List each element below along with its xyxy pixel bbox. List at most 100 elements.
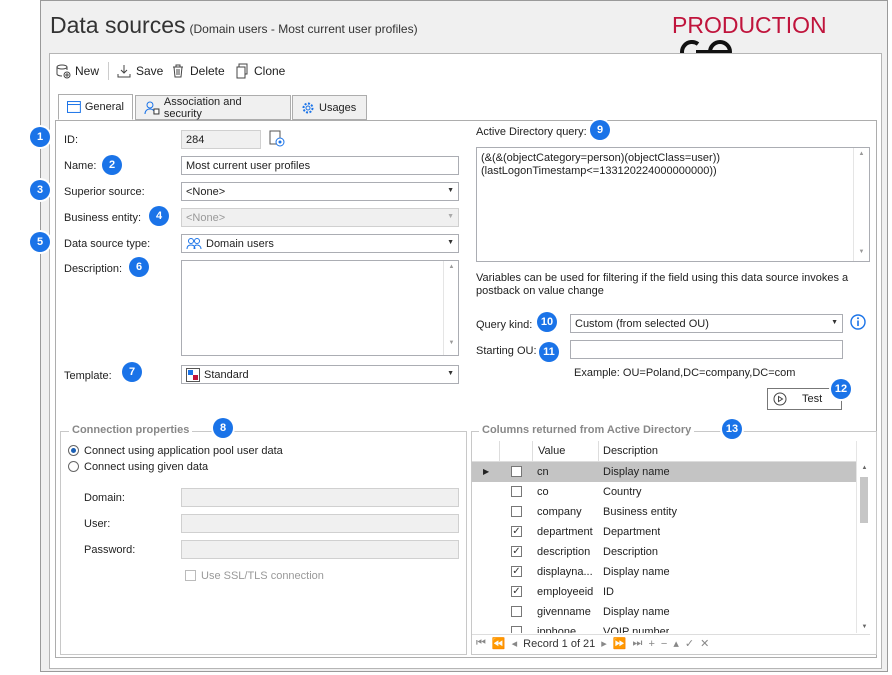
delete-label: Delete <box>190 64 225 78</box>
ssl-label: Use SSL/TLS connection <box>201 570 324 582</box>
table-row[interactable]: company Business entity <box>472 502 856 522</box>
copy-icon <box>236 63 248 79</box>
prev-record-icon[interactable]: ◂ <box>512 637 518 650</box>
radio-given-data[interactable] <box>68 461 79 472</box>
first-page-icon[interactable]: ⏮ <box>476 637 486 650</box>
row-checkbox[interactable] <box>511 486 522 497</box>
row-description: Display name <box>603 466 670 478</box>
radio-app-pool[interactable] <box>68 445 79 456</box>
gear-icon <box>302 102 314 113</box>
business-entity-label: Business entity: <box>64 212 142 224</box>
starting-ou-field[interactable] <box>570 340 843 359</box>
save-label: Save <box>136 64 164 78</box>
description-label: Description: <box>64 263 123 275</box>
info-icon[interactable] <box>850 314 866 330</box>
domain-field <box>181 488 459 507</box>
row-checkbox[interactable] <box>511 466 522 477</box>
chevron-down-icon: ▼ <box>447 213 454 220</box>
callout-badge-2: 2 <box>102 155 122 175</box>
superior-source-value: <None> <box>186 185 226 198</box>
callout-badge-12: 12 <box>831 379 851 399</box>
toolbar-separator <box>108 62 109 80</box>
ssl-checkbox <box>185 570 196 581</box>
table-row[interactable]: ipphone VOIP number <box>472 622 856 633</box>
prev-page-fast-icon[interactable]: ⏪ <box>492 637 506 650</box>
callout-badge-8: 8 <box>213 418 233 438</box>
callout-badge-13: 13 <box>722 419 742 439</box>
columns-title: Columns returned from Active Directory <box>479 424 695 436</box>
save-icon <box>117 65 131 78</box>
query-kind-value: Custom (from selected OU) <box>575 317 709 330</box>
row-description: Country <box>603 486 642 498</box>
table-row[interactable]: ✓ displayna... Display name <box>472 562 856 582</box>
tab-general-label: General <box>84 101 124 113</box>
query-kind-select[interactable]: Custom (from selected OU) ▼ <box>570 314 843 333</box>
save-button[interactable]: Save <box>116 63 163 79</box>
columns-grid-scrollbar[interactable]: ▲ ▼ <box>856 441 872 633</box>
table-row[interactable]: co Country <box>472 482 856 502</box>
user-label: User: <box>84 518 111 530</box>
description-scrollbar[interactable]: ▲ ▼ <box>443 261 459 355</box>
table-row[interactable]: givenname Display name <box>472 602 856 622</box>
scrollbar-thumb[interactable] <box>860 477 868 523</box>
id-settings-icon[interactable] <box>268 130 286 148</box>
row-checkbox[interactable] <box>511 606 522 617</box>
id-label: ID: <box>64 134 79 146</box>
connection-properties-title: Connection properties <box>69 424 193 436</box>
table-row[interactable]: ✓ description Description <box>472 542 856 562</box>
grid-pager: ⏮ ⏪ ◂ Record 1 of 21 ▸ ⏩ ⏭ + − ▴ ✓ ✕ <box>472 634 870 652</box>
callout-badge-10: 10 <box>537 312 557 332</box>
tab-association-security[interactable]: Association and security <box>135 95 291 120</box>
table-row[interactable]: ▶ cn Display name <box>472 462 856 482</box>
cancel-icon[interactable]: ✕ <box>700 637 709 650</box>
row-checkbox[interactable]: ✓ <box>511 566 522 577</box>
users-lock-icon <box>144 101 160 114</box>
password-field <box>181 540 459 559</box>
ad-query-scrollbar[interactable]: ▲ ▼ <box>853 148 869 261</box>
remove-record-icon[interactable]: − <box>661 638 667 650</box>
chevron-down-icon: ▼ <box>831 319 838 326</box>
next-record-icon[interactable]: ▸ <box>601 637 607 650</box>
row-checkbox[interactable] <box>511 506 522 517</box>
row-checkbox[interactable]: ✓ <box>511 586 522 597</box>
table-row[interactable]: ✓ department Department <box>472 522 856 542</box>
next-page-fast-icon[interactable]: ⏩ <box>613 637 627 650</box>
new-button[interactable]: New <box>55 63 99 79</box>
add-record-icon[interactable]: + <box>648 638 654 650</box>
superior-source-select[interactable]: <None> ▼ <box>181 182 459 201</box>
table-row[interactable]: ✓ employeeid ID <box>472 582 856 602</box>
column-header-description[interactable]: Description <box>603 445 658 457</box>
row-value: ipphone <box>537 626 577 633</box>
confirm-icon[interactable]: ✓ <box>685 637 694 650</box>
callout-badge-6: 6 <box>129 257 149 277</box>
template-select[interactable]: Standard ▼ <box>181 365 459 384</box>
tab-usages-label: Usages <box>319 101 357 114</box>
ad-query-textarea[interactable]: (&(&(objectCategory=person)(objectClass=… <box>476 147 870 262</box>
name-field[interactable]: Most current user profiles <box>181 156 459 175</box>
domain-users-icon <box>186 238 202 250</box>
callout-badge-7: 7 <box>122 362 142 382</box>
tab-association-label: Association and security <box>163 95 242 120</box>
row-checkbox[interactable]: ✓ <box>511 526 522 537</box>
row-value: givenname <box>537 606 591 618</box>
callout-badge-4: 4 <box>149 206 169 226</box>
tab-usages[interactable]: Usages <box>292 95 367 120</box>
column-header-value[interactable]: Value <box>538 445 565 457</box>
variables-hint-line1: Variables can be used for filtering if t… <box>476 272 849 284</box>
test-label: Test <box>802 393 823 405</box>
row-checkbox[interactable]: ✓ <box>511 546 522 557</box>
row-checkbox[interactable] <box>511 626 522 633</box>
last-page-icon[interactable]: ⏭ <box>633 637 643 650</box>
callout-badge-9: 9 <box>590 120 610 140</box>
description-textarea[interactable] <box>181 260 459 356</box>
clone-button[interactable]: Clone <box>234 63 285 79</box>
move-up-icon[interactable]: ▴ <box>673 637 679 650</box>
delete-button[interactable]: Delete <box>170 63 225 79</box>
callout-badge-11: 11 <box>539 342 559 362</box>
tab-general[interactable]: General <box>58 94 133 120</box>
row-value: cn <box>537 466 549 478</box>
row-description: Description <box>603 546 659 558</box>
data-source-type-value: Domain users <box>206 237 274 250</box>
data-source-type-select[interactable]: Domain users ▼ <box>181 234 459 253</box>
data-source-type-label: Data source type: <box>64 238 151 250</box>
